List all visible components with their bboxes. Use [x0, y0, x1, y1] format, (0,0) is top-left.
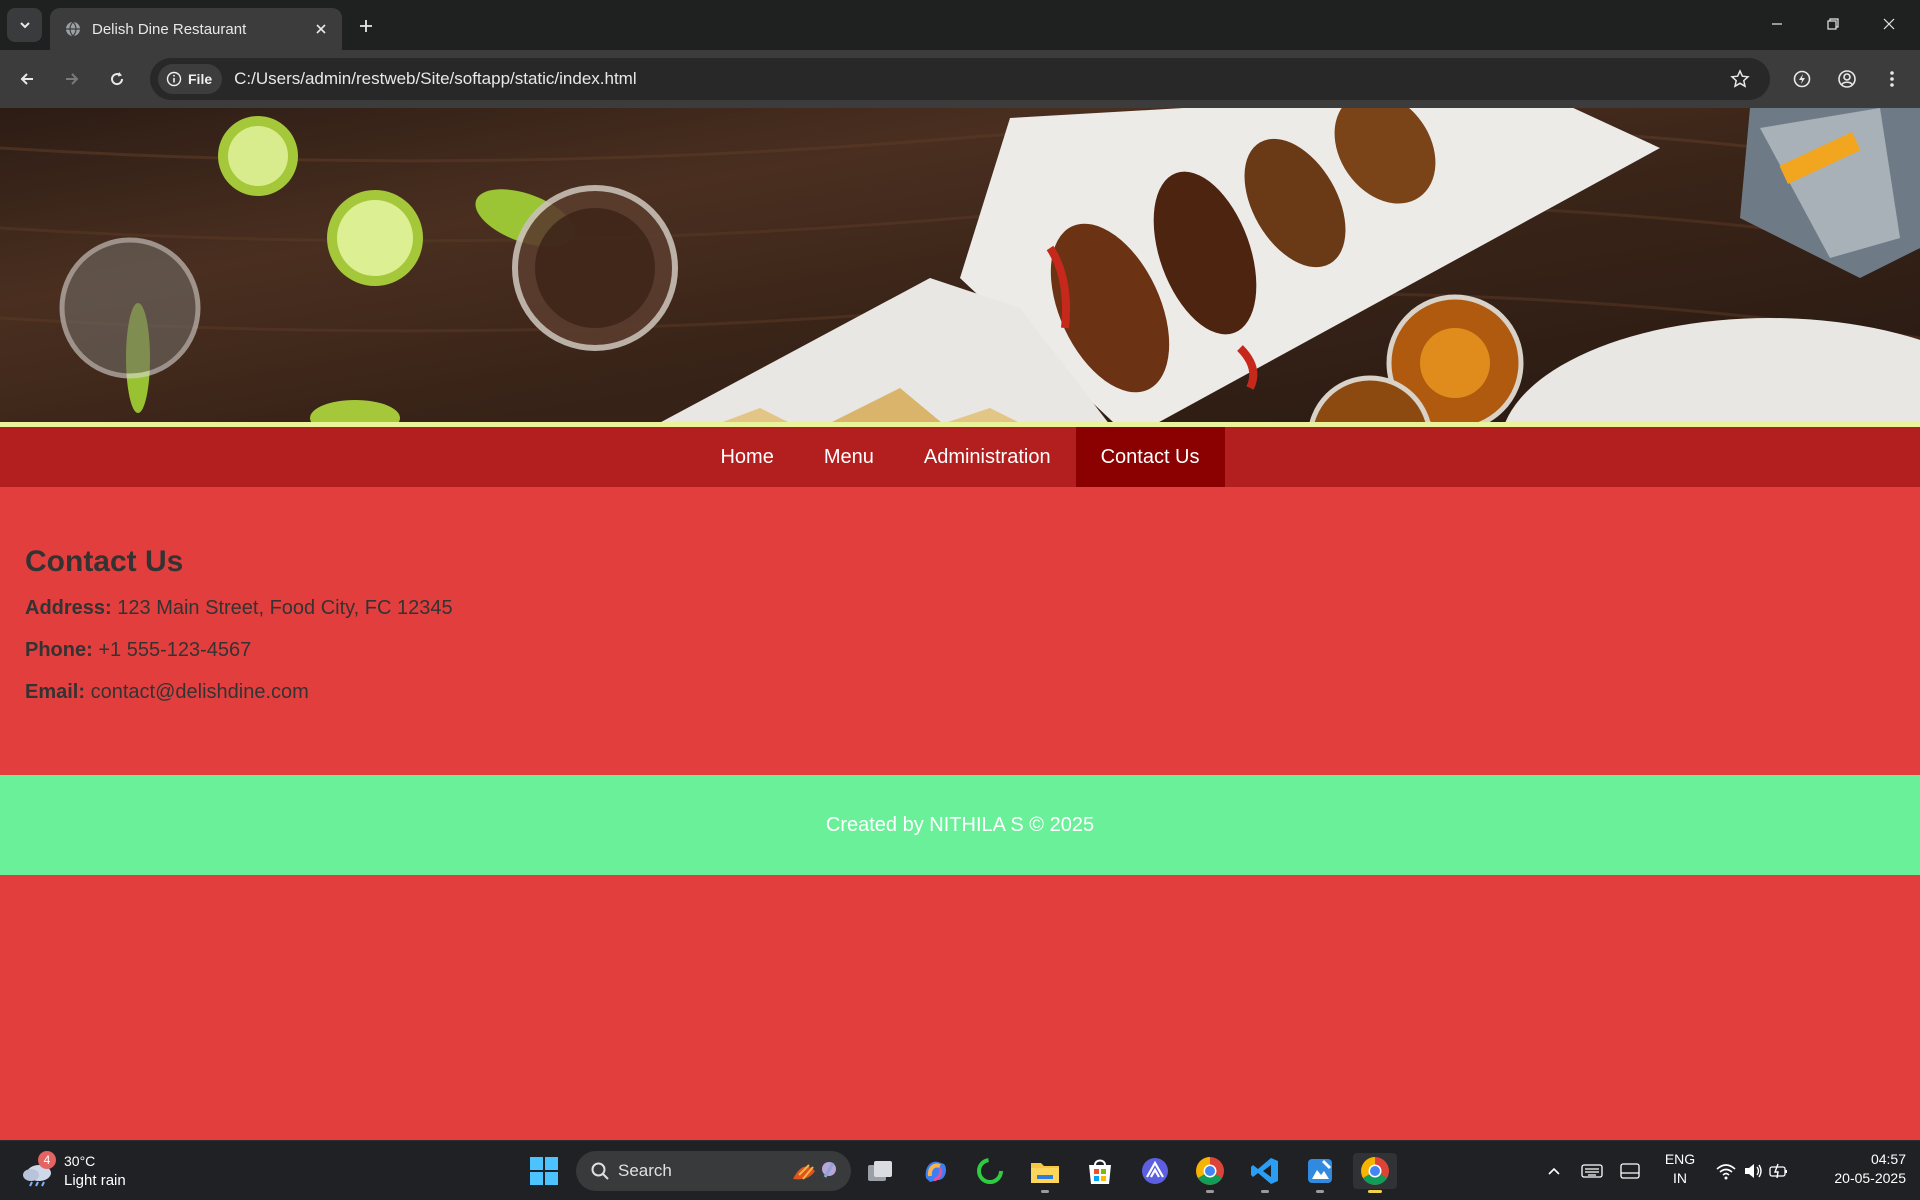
region-code: IN	[1673, 1170, 1687, 1186]
weather-temperature: 30°C	[64, 1153, 96, 1169]
page-title: Contact Us	[25, 545, 184, 578]
tablet-mode-icon[interactable]	[1612, 1153, 1648, 1189]
browser-tab-bar: Delish Dine Restaurant	[0, 0, 1920, 50]
search-highlight-icon	[793, 1162, 836, 1180]
page-footer: Created by NITHILA S © 2025	[0, 775, 1920, 875]
language-indicator[interactable]: ENG IN	[1660, 1151, 1700, 1186]
reload-icon	[111, 72, 124, 86]
kebab-menu-icon	[1890, 71, 1894, 87]
close-icon[interactable]	[310, 18, 332, 40]
battery-charging-icon	[1769, 1163, 1787, 1179]
running-indicator	[1206, 1190, 1214, 1193]
address-line: Address: 123 Main Street, Food City, FC …	[25, 597, 453, 620]
browser-toolbar: File C:/Users/admin/restweb/Site/softapp…	[0, 50, 1920, 108]
atlas-app-icon[interactable]	[1137, 1153, 1173, 1189]
running-indicator	[1316, 1190, 1324, 1193]
task-view-icon[interactable]	[862, 1153, 898, 1189]
reload-button[interactable]	[100, 62, 134, 96]
profile-icon	[1838, 70, 1856, 88]
site-info-chip[interactable]: File	[158, 64, 223, 94]
spinner-app-icon[interactable]	[972, 1153, 1008, 1189]
minimize-button[interactable]	[1754, 6, 1800, 42]
running-indicator	[1041, 1190, 1049, 1193]
microsoft-store-icon[interactable]	[1082, 1153, 1118, 1189]
clock[interactable]: 04:57 20-05-2025	[1810, 1151, 1906, 1186]
close-icon	[1883, 18, 1895, 30]
weather-alert-badge: 4	[38, 1151, 56, 1169]
close-window-button[interactable]	[1866, 6, 1912, 42]
address-value: 123 Main Street, Food City, FC 12345	[117, 597, 453, 619]
running-indicator	[1261, 1190, 1269, 1193]
search-icon	[591, 1162, 609, 1180]
profile-button[interactable]	[1830, 62, 1864, 96]
clock-time: 04:57	[1870, 1151, 1906, 1167]
extensions-button[interactable]	[1785, 62, 1819, 96]
vscode-icon[interactable]	[1247, 1153, 1283, 1193]
arrow-left-icon	[20, 73, 33, 85]
tab-search-button[interactable]	[7, 8, 42, 42]
nav-administration[interactable]: Administration	[899, 427, 1076, 487]
contact-section: Contact Us Address: 123 Main Street, Foo…	[25, 545, 453, 723]
menu-button[interactable]	[1875, 62, 1909, 96]
nav-home[interactable]: Home	[695, 427, 798, 487]
back-button[interactable]	[10, 62, 44, 96]
minimize-icon	[1772, 23, 1782, 25]
phone-line: Phone: +1 555-123-4567	[25, 639, 453, 662]
email-label: Email:	[25, 681, 86, 703]
forward-button[interactable]	[55, 62, 89, 96]
hero-banner-image	[0, 108, 1920, 422]
wifi-icon	[1716, 1164, 1736, 1180]
clock-date: 20-05-2025	[1834, 1170, 1906, 1186]
browser-tab[interactable]: Delish Dine Restaurant	[50, 8, 342, 50]
language-code: ENG	[1664, 1151, 1696, 1167]
keyboard-icon[interactable]	[1574, 1153, 1610, 1189]
performance-icon	[1793, 70, 1811, 88]
arrow-right-icon	[66, 73, 79, 85]
url-text[interactable]: C:/Users/admin/restweb/Site/softapp/stat…	[234, 69, 1722, 89]
system-status-group[interactable]	[1712, 1153, 1792, 1189]
chevron-up-icon[interactable]	[1536, 1153, 1572, 1189]
windows-logo-icon	[530, 1157, 558, 1185]
taskbar-search-label: Search	[618, 1161, 672, 1180]
email-line: Email: contact@delishdine.com	[25, 681, 453, 704]
chrome-icon[interactable]	[1192, 1153, 1228, 1193]
main-navigation: Home Menu Administration Contact Us	[0, 427, 1920, 487]
paint-app-icon[interactable]	[1302, 1153, 1338, 1193]
start-button[interactable]	[526, 1153, 562, 1189]
footer-text: Created by NITHILA S © 2025	[825, 813, 1095, 836]
nav-contact-us[interactable]: Contact Us	[1075, 427, 1225, 487]
new-tab-button[interactable]	[352, 12, 380, 40]
plus-icon	[360, 20, 372, 32]
tab-title: Delish Dine Restaurant	[92, 20, 247, 38]
chevron-down-icon	[19, 22, 30, 29]
address-label: Address:	[25, 597, 112, 619]
site-chip-label: File	[188, 71, 213, 87]
chrome-active-icon[interactable]	[1353, 1153, 1397, 1193]
email-value: contact@delishdine.com	[90, 681, 309, 703]
restore-icon	[1827, 18, 1839, 30]
active-indicator	[1368, 1190, 1382, 1193]
weather-description: Light rain	[64, 1172, 126, 1189]
bookmark-star-icon[interactable]	[1722, 61, 1758, 97]
copilot-icon[interactable]	[917, 1153, 953, 1189]
windows-taskbar: 4 30°C Light rain Search ENG IN 04:57 20…	[0, 1140, 1920, 1200]
file-explorer-icon[interactable]	[1027, 1153, 1063, 1193]
globe-icon	[64, 20, 82, 38]
phone-value: +1 555-123-4567	[98, 639, 252, 661]
weather-widget[interactable]: 4 30°C Light rain	[20, 1149, 160, 1193]
info-icon	[166, 71, 182, 87]
address-bar[interactable]: File C:/Users/admin/restweb/Site/softapp…	[150, 58, 1770, 100]
restore-button[interactable]	[1810, 6, 1856, 42]
volume-icon	[1745, 1164, 1762, 1178]
nav-menu[interactable]: Menu	[799, 427, 899, 487]
phone-label: Phone:	[25, 639, 93, 661]
taskbar-search-box[interactable]: Search	[576, 1151, 851, 1191]
